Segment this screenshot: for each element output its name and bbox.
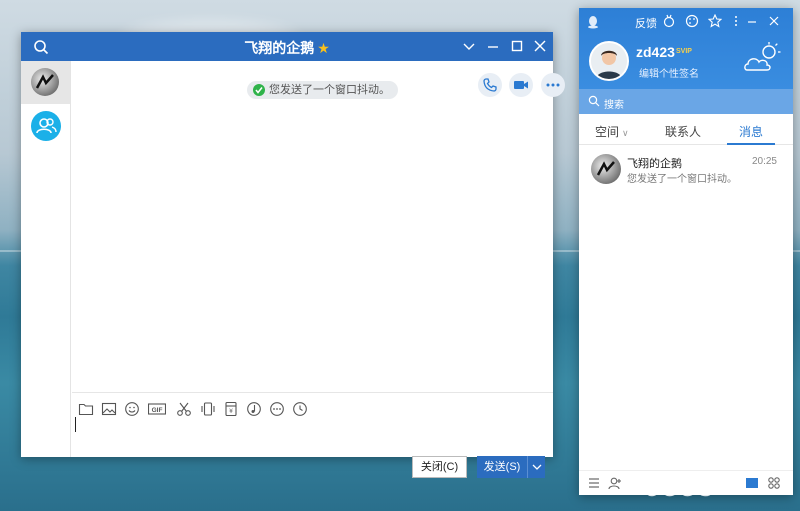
avatar [591, 154, 621, 184]
image-icon[interactable] [101, 401, 117, 417]
shake-icon[interactable] [200, 401, 216, 417]
username: zd423 [636, 44, 675, 60]
search-placeholder: 搜索 [604, 100, 624, 111]
main-tabs: 空间 ∨ 联系人 消息 [579, 114, 793, 145]
voice-call-button[interactable] [478, 73, 502, 97]
weather-icon[interactable] [743, 42, 781, 74]
signature-field[interactable]: 编辑个性签名 [639, 65, 699, 80]
chevron-down-icon [532, 464, 542, 470]
chevron-down-icon[interactable] [461, 38, 477, 54]
folder-icon[interactable] [78, 401, 94, 417]
close-icon[interactable] [532, 38, 548, 54]
minimize-icon[interactable] [485, 38, 501, 54]
chat-titlebar: 飞翔的企鹅 ★ [21, 32, 553, 61]
star-icon: ★ [317, 40, 330, 56]
qq-logo-icon [588, 16, 598, 29]
avatar [31, 68, 59, 96]
system-notice: 您发送了一个窗口抖动。 [247, 81, 398, 99]
phone-icon [483, 78, 497, 92]
input-toolbar: GIF ¥ [72, 392, 553, 422]
conversation-preview: 您发送了一个窗口抖动。 [627, 174, 737, 185]
apps-icon[interactable] [767, 476, 781, 490]
medal-icon[interactable] [662, 14, 676, 28]
gif-icon[interactable]: GIF [148, 401, 166, 417]
history-icon[interactable] [292, 401, 308, 417]
tab-space[interactable]: 空间 ∨ [595, 123, 629, 140]
chevron-down-icon: ∨ [622, 128, 629, 138]
sidebar-item-contact[interactable] [21, 61, 70, 104]
site-watermark: 9553 [645, 470, 716, 503]
qq-header: 反馈 zd423 SVIP 编辑个性签名 [579, 8, 793, 89]
main-menu-icon[interactable] [587, 476, 601, 490]
user-avatar[interactable] [589, 41, 629, 81]
chat-window: 飞翔的企鹅 ★ 您发送了一个窗口抖动。 GIF ¥ 关闭(C) 发送(S) [21, 32, 565, 478]
search-bar[interactable]: 搜索 [579, 89, 793, 114]
send-options-button[interactable] [527, 456, 545, 478]
active-tab-indicator [727, 143, 775, 145]
list-item[interactable]: 飞翔的企鹅 您发送了一个窗口抖动。 20:25 [579, 146, 793, 192]
app-center-icon[interactable] [745, 476, 759, 490]
svg-text:GIF: GIF [152, 407, 163, 414]
tab-contacts[interactable]: 联系人 [665, 123, 701, 140]
add-friend-icon[interactable] [608, 476, 622, 490]
close-icon[interactable] [767, 14, 781, 28]
music-icon[interactable] [246, 401, 262, 417]
chat-main: 您发送了一个窗口抖动。 GIF ¥ 关闭(C) 发送(S) [72, 61, 565, 478]
feedback-link[interactable]: 反馈 [635, 15, 657, 31]
svip-badge: SVIP [676, 48, 692, 55]
chat-sidebar [21, 61, 71, 457]
qq-main-panel: 反馈 zd423 SVIP 编辑个性签名 搜索 空间 ∨ 联系人 消息 飞翔的企鹅… [579, 8, 793, 495]
conversation-time: 20:25 [751, 156, 777, 167]
emoji-icon[interactable] [124, 401, 140, 417]
palette-icon[interactable] [685, 14, 699, 28]
send-label: 发送(S) [483, 461, 521, 473]
menu-dots-icon[interactable] [729, 14, 743, 28]
scissors-icon[interactable] [176, 401, 192, 417]
video-call-button[interactable] [509, 73, 533, 97]
check-icon [253, 84, 265, 96]
send-button[interactable]: 发送(S) [477, 456, 545, 478]
more-button[interactable] [541, 73, 565, 97]
svg-text:¥: ¥ [229, 408, 233, 415]
message-input[interactable] [72, 422, 553, 452]
star-icon[interactable] [708, 14, 722, 28]
minimize-icon[interactable] [745, 14, 759, 28]
close-button[interactable]: 关闭(C) [412, 456, 467, 478]
search-icon [588, 95, 600, 107]
conversation-name: 飞翔的企鹅 [627, 158, 682, 170]
more-icon[interactable] [269, 401, 285, 417]
more-icon [546, 83, 560, 87]
video-icon [514, 81, 528, 89]
tab-messages[interactable]: 消息 [739, 123, 763, 140]
group-chat-icon[interactable] [31, 111, 61, 141]
red-packet-icon[interactable]: ¥ [223, 401, 239, 417]
maximize-icon[interactable] [509, 38, 525, 54]
